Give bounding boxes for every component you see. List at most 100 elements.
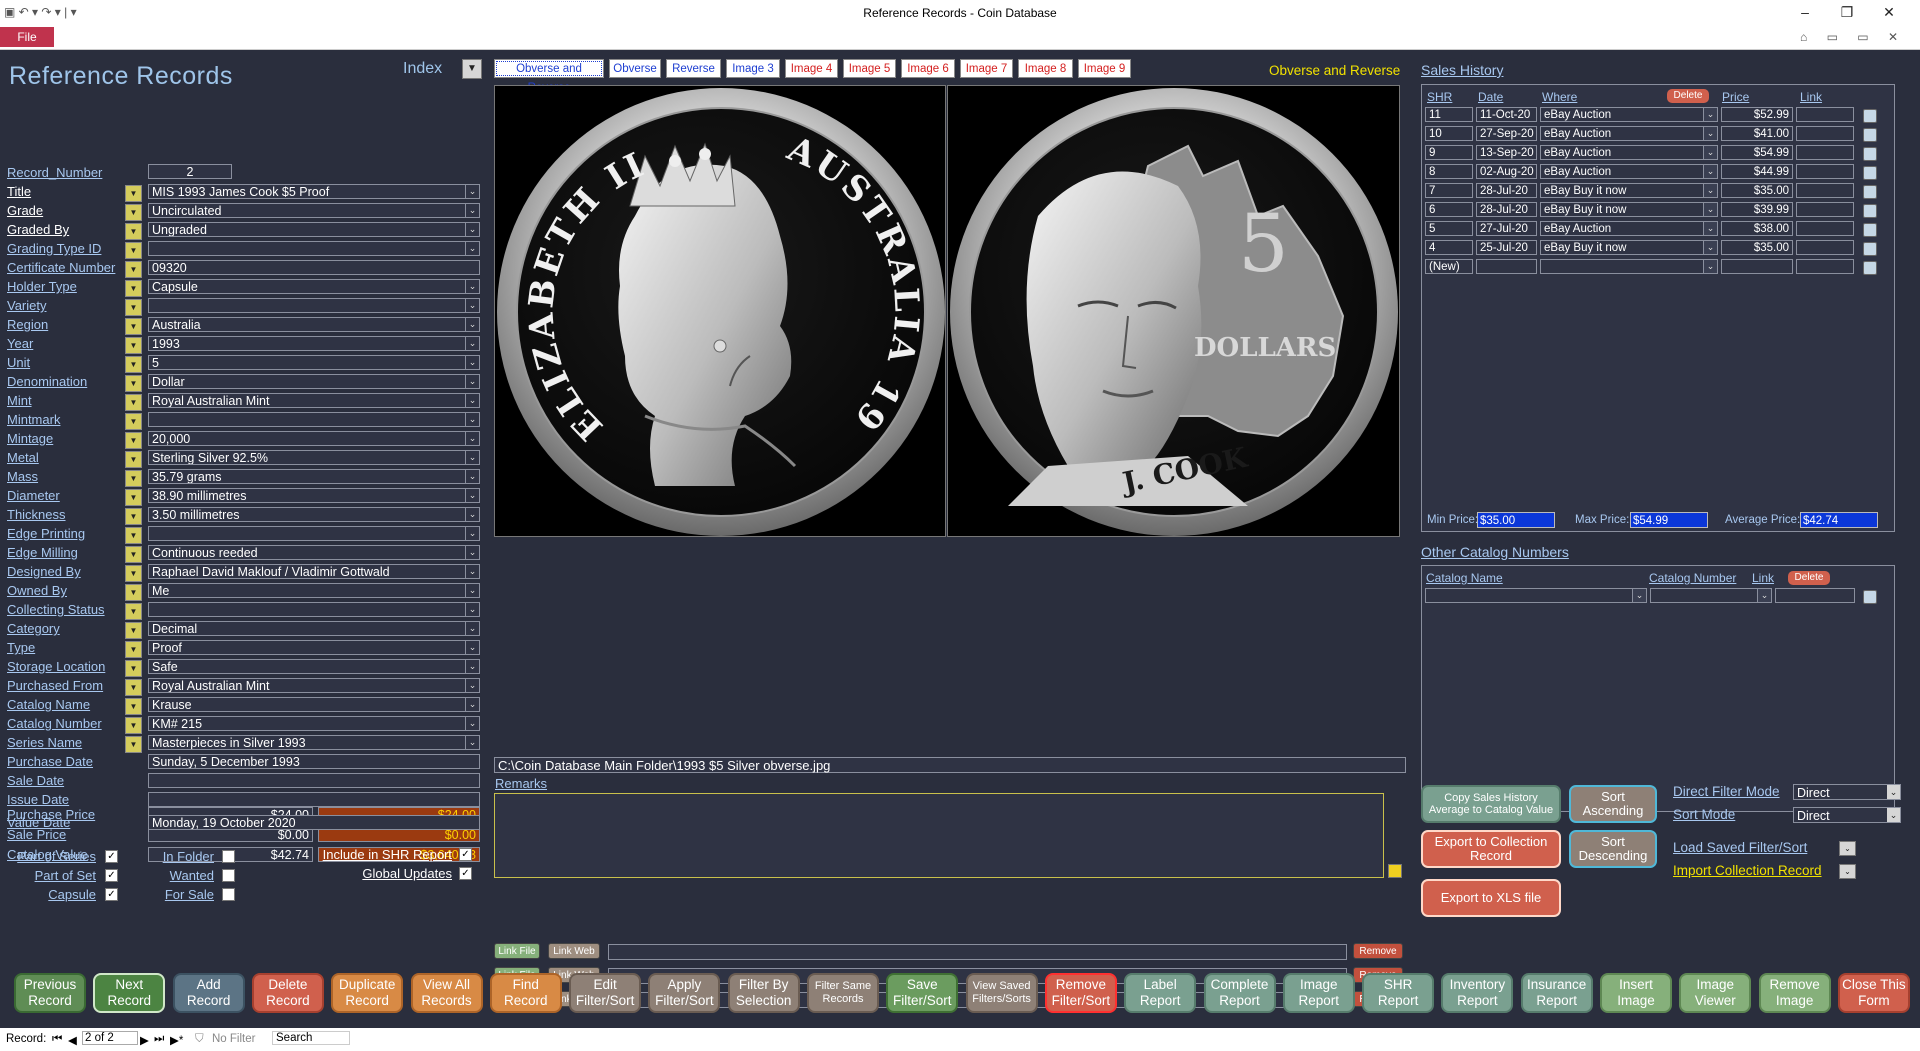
part-of-set-checkbox[interactable]: ✓ <box>105 869 118 882</box>
search-field[interactable]: Search <box>272 1031 350 1045</box>
title-field[interactable]: MIS 1993 James Cook $5 Proof ⌄ <box>148 184 480 199</box>
designed-by-field[interactable]: Raphael David Maklouf / Vladimir Gottwal… <box>148 564 480 579</box>
view-saved-filters-sorts-button[interactable]: View Saved Filters/Sorts <box>965 973 1038 1013</box>
sh-where-cell[interactable]: eBay Auction ⌄ <box>1540 164 1718 179</box>
nav-first-icon[interactable]: ⏮ <box>52 1033 62 1046</box>
export-collection-button[interactable]: Export to Collection Record <box>1421 830 1561 868</box>
storage-location-lookup-button[interactable]: ▼ <box>125 660 142 677</box>
record-position[interactable]: 2 of 2 <box>82 1031 138 1045</box>
purchase-date-field[interactable]: Sunday, 5 December 1993 <box>148 754 480 769</box>
edge-milling-lookup-button[interactable]: ▼ <box>125 546 142 563</box>
copy-average-button[interactable]: Copy Sales History Average to Catalog Va… <box>1421 785 1561 823</box>
sh-link-button[interactable] <box>1863 166 1877 180</box>
type-field[interactable]: Proof ⌄ <box>148 640 480 655</box>
edge-milling-field[interactable]: Continuous reeded ⌄ <box>148 545 480 560</box>
remove-image-button[interactable]: Remove Image <box>1758 973 1831 1013</box>
label-report-button[interactable]: Label Report <box>1124 973 1197 1013</box>
mint-lookup-button[interactable]: ▼ <box>125 394 142 411</box>
duplicate-record-button[interactable]: Duplicate Record <box>331 973 404 1013</box>
import-collection-link[interactable]: Import Collection Record <box>1673 863 1822 878</box>
owned-by-field[interactable]: Me ⌄ <box>148 583 480 598</box>
view-all-records-button[interactable]: View All Records <box>410 973 483 1013</box>
ocn-catalog-name-field[interactable]: ⌄ <box>1425 588 1647 603</box>
sh-price-cell[interactable] <box>1721 259 1793 274</box>
certificate-number-field[interactable]: 09320 <box>148 260 480 275</box>
mintage-field[interactable]: 20,000 ⌄ <box>148 431 480 446</box>
grade-field[interactable]: Uncirculated ⌄ <box>148 203 480 218</box>
metal-lookup-button[interactable]: ▼ <box>125 451 142 468</box>
load-saved-filter-link[interactable]: Load Saved Filter/Sort <box>1673 840 1807 855</box>
sh-link-cell[interactable] <box>1796 164 1854 179</box>
region-lookup-button[interactable]: ▼ <box>125 318 142 335</box>
sh-shr-cell[interactable]: (New) <box>1425 259 1473 274</box>
sh-date-cell[interactable] <box>1476 259 1537 274</box>
unit-field[interactable]: 5 ⌄ <box>148 355 480 370</box>
mint-field[interactable]: Royal Australian Mint ⌄ <box>148 393 480 408</box>
collecting-status-field[interactable]: ⌄ <box>148 602 480 617</box>
sort-mode-link[interactable]: Sort Mode <box>1673 807 1735 822</box>
part-of-series-checkbox[interactable]: ✓ <box>105 850 118 863</box>
sh-where-cell[interactable]: eBay Buy it now ⌄ <box>1540 202 1718 217</box>
diameter-lookup-button[interactable]: ▼ <box>125 489 142 506</box>
tab-image-8[interactable]: Image 8 <box>1018 59 1073 78</box>
graded-by-field[interactable]: Ungraded ⌄ <box>148 222 480 237</box>
sh-price-cell[interactable]: $38.00 <box>1721 221 1793 236</box>
sh-date-cell[interactable]: 28-Jul-20 <box>1476 202 1537 217</box>
catalog-number-lookup-button[interactable]: ▼ <box>125 717 142 734</box>
sh-price-cell[interactable]: $35.00 <box>1721 240 1793 255</box>
catalog-name-field[interactable]: Krause ⌄ <box>148 697 480 712</box>
link-file-button[interactable]: Link File <box>494 943 540 959</box>
close-this-form-button[interactable]: Close This Form <box>1837 973 1910 1013</box>
sh-where-cell[interactable]: ⌄ <box>1540 259 1718 274</box>
remove-link-button[interactable]: Remove <box>1353 943 1403 959</box>
region-field[interactable]: Australia ⌄ <box>148 317 480 332</box>
sh-price-cell[interactable]: $35.00 <box>1721 183 1793 198</box>
apply-filter-sort-button[interactable]: Apply Filter/Sort <box>648 973 721 1013</box>
ocn-delete-button[interactable]: Delete <box>1788 571 1830 585</box>
thickness-field[interactable]: 3.50 millimetres ⌄ <box>148 507 480 522</box>
no-filter-indicator[interactable]: No Filter <box>212 1033 255 1045</box>
sort-ascending-button[interactable]: Sort Ascending <box>1569 785 1657 823</box>
catalog-number-field[interactable]: KM# 215 ⌄ <box>148 716 480 731</box>
import-collection-dropdown[interactable]: ⌄ <box>1839 864 1856 879</box>
tab-image-5[interactable]: Image 5 <box>843 59 896 78</box>
sh-where-cell[interactable]: eBay Buy it now ⌄ <box>1540 240 1718 255</box>
tab-image-3[interactable]: Image 3 <box>726 59 780 78</box>
edge-printing-field[interactable]: ⌄ <box>148 526 480 541</box>
graded-by-lookup-button[interactable]: ▼ <box>125 223 142 240</box>
category-field[interactable]: Decimal ⌄ <box>148 621 480 636</box>
year-lookup-button[interactable]: ▼ <box>125 337 142 354</box>
holder-type-lookup-button[interactable]: ▼ <box>125 280 142 297</box>
sh-link-cell[interactable] <box>1796 183 1854 198</box>
sh-link-button[interactable] <box>1863 223 1877 237</box>
sh-date-cell[interactable]: 27-Jul-20 <box>1476 221 1537 236</box>
type-lookup-button[interactable]: ▼ <box>125 641 142 658</box>
tab-reverse[interactable]: Reverse <box>666 59 721 78</box>
denomination-field[interactable]: Dollar ⌄ <box>148 374 480 389</box>
thickness-lookup-button[interactable]: ▼ <box>125 508 142 525</box>
ocn-link-field[interactable] <box>1775 588 1855 603</box>
delete-record-button[interactable]: Delete Record <box>251 973 324 1013</box>
sh-shr-cell[interactable]: 6 <box>1425 202 1473 217</box>
for-sale-checkbox[interactable] <box>222 888 235 901</box>
title-lookup-button[interactable]: ▼ <box>125 185 142 202</box>
tab-image-7[interactable]: Image 7 <box>960 59 1013 78</box>
global-updates-checkbox[interactable]: ✓ <box>459 867 472 880</box>
collecting-status-lookup-button[interactable]: ▼ <box>125 603 142 620</box>
sh-price-cell[interactable]: $41.00 <box>1721 126 1793 141</box>
add-record-button[interactable]: Add Record <box>172 973 245 1013</box>
tab-image-4[interactable]: Image 4 <box>785 59 838 78</box>
sh-link-cell[interactable] <box>1796 240 1854 255</box>
sh-shr-cell[interactable]: 11 <box>1425 107 1473 122</box>
unit-lookup-button[interactable]: ▼ <box>125 356 142 373</box>
sale-date-field[interactable] <box>148 773 480 788</box>
sh-delete-button[interactable]: Delete <box>1667 89 1709 103</box>
ocn-link-button[interactable] <box>1863 590 1877 604</box>
insurance-report-button[interactable]: Insurance Report <box>1520 973 1593 1013</box>
value-date-field[interactable]: Monday, 19 October 2020 <box>148 815 480 830</box>
save-filter-sort-button[interactable]: Save Filter/Sort <box>886 973 959 1013</box>
edge-printing-lookup-button[interactable]: ▼ <box>125 527 142 544</box>
mintmark-lookup-button[interactable]: ▼ <box>125 413 142 430</box>
find-record-button[interactable]: Find Record <box>489 973 562 1013</box>
sh-shr-cell[interactable]: 10 <box>1425 126 1473 141</box>
